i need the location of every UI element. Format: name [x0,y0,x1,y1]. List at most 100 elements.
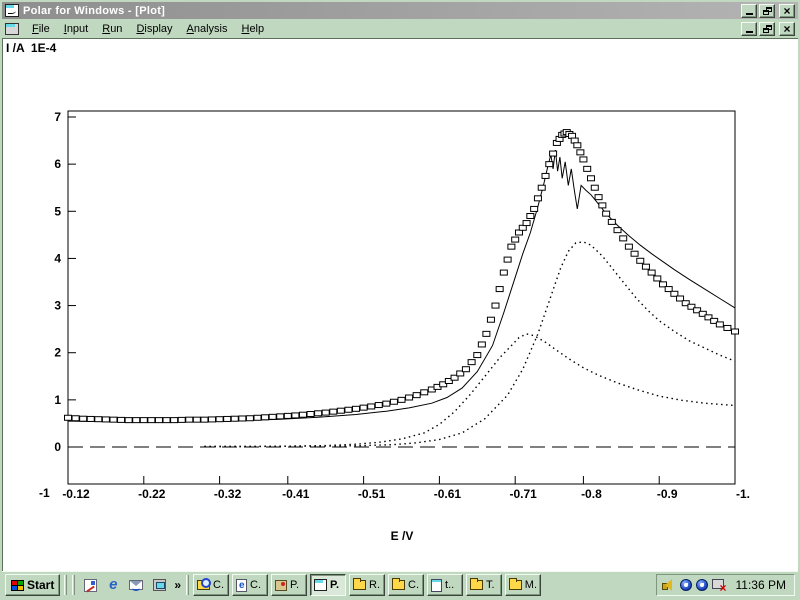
series-experimental_squares-marker [508,244,515,249]
mdi-restore-button[interactable] [759,22,775,36]
restore-button[interactable] [759,4,775,18]
taskbar-button-label: t.. [445,579,454,591]
series-experimental_squares-marker [474,353,481,358]
window-title: Polar for Windows - [Plot] [23,5,741,17]
series-experimental_squares-marker [201,417,208,422]
series-experimental_squares-marker [322,410,329,415]
series-experimental_squares-marker [538,185,545,190]
folder-icon [392,580,405,590]
mdi-child-icon[interactable] [5,23,19,35]
network-offline-icon[interactable] [712,579,726,592]
x-tick-label: -0.12 [62,487,90,501]
series-experimental_squares-marker [140,418,147,423]
series-experimental_squares-marker [732,329,739,334]
taskbar-grip[interactable] [64,575,67,595]
menu-display[interactable]: Display [129,21,179,37]
menu-analysis[interactable]: Analysis [180,21,235,37]
series-experimental_squares-marker [550,151,557,156]
volume-icon[interactable] [662,579,676,592]
series-experimental_squares-marker [496,287,503,292]
series-experimental_squares-marker [360,405,367,410]
mdi-minimize-button[interactable] [741,22,757,36]
exploring-window-icon [197,580,210,590]
series-experimental_squares-marker [542,173,549,178]
taskbar-button-7[interactable]: t.. [427,574,463,596]
taskbar-grip[interactable] [72,575,75,595]
menu-input[interactable]: Input [57,21,95,37]
series-experimental_squares-marker [125,418,132,423]
internet-explorer-icon[interactable]: e [105,577,121,593]
taskbar-button-2[interactable]: C. [232,574,268,596]
taskbar-button-3[interactable]: P. [271,574,307,596]
series-experimental_squares-marker [383,401,390,406]
menu-run[interactable]: Run [95,21,129,37]
ie-document-icon [236,579,247,592]
series-experimental_squares-marker [216,417,223,422]
notepad-icon [431,579,442,592]
taskbar-button-label: R. [369,579,380,591]
series-experimental_squares-marker [284,413,291,418]
start-button[interactable]: Start [5,574,60,596]
app-icon[interactable] [5,4,19,17]
series-experimental_squares-marker [406,395,413,400]
series-experimental_squares-marker [527,214,534,219]
plot-canvas: 76543210-0.12-0.22-0.32-0.41-0.51-0.61-0… [3,39,798,571]
series-experimental_squares-marker [209,417,216,422]
y-tick-label: 5 [54,204,61,218]
blue-orb-icon[interactable] [680,579,692,591]
menu-help[interactable]: Help [234,21,271,37]
taskbar-button-1[interactable]: C. [193,574,229,596]
series-experimental_squares-marker [716,322,723,327]
x-tick-label: -0.41 [282,487,310,501]
series-experimental_squares-marker [231,416,238,421]
blue-orb-icon[interactable] [696,579,708,591]
taskbar-button-6[interactable]: C. [388,574,424,596]
taskbar-button-4[interactable]: P. [310,574,346,596]
taskbar-button-5[interactable]: R. [349,574,385,596]
outlook-express-icon[interactable] [128,577,144,593]
series-experimental_squares-marker [591,185,598,190]
x-tick-label: -1. [736,487,750,501]
close-icon: × [783,6,790,16]
series-experimental_squares-marker [421,390,428,395]
series-experimental_squares-marker [239,416,246,421]
series-experimental_squares-marker [614,228,621,233]
title-window-controls: × [741,4,795,18]
mdi-window-controls: × [741,22,795,36]
folder-icon [470,580,483,590]
channels-icon [153,579,166,591]
y-tick-label: 6 [54,157,61,171]
close-button[interactable]: × [779,4,795,18]
quick-launch-overflow-chevron[interactable]: » [173,578,182,592]
series-experimental_squares-marker [523,221,530,226]
internet-explorer-icon: e [109,578,117,592]
taskbar-button-label: M. [525,579,537,591]
minimize-icon [746,13,753,15]
mdi-close-button[interactable]: × [779,22,795,36]
series-experimental_squares-marker [413,393,420,398]
show-desktop-icon[interactable] [82,577,98,593]
taskbar-button-9[interactable]: M. [505,574,541,596]
series-experimental_squares-marker [186,417,193,422]
series-experimental_squares-marker [478,342,485,347]
taskbar-button-label: P. [330,579,339,591]
channels-icon[interactable] [151,577,167,593]
taskbar-clock[interactable]: 11:36 PM [736,578,786,592]
taskbar-button-8[interactable]: T. [466,574,502,596]
series-experimental_squares-marker [584,166,591,171]
menu-file[interactable]: File [25,21,57,37]
taskbar-button-label: C. [250,579,261,591]
series-experimental_squares-marker [487,317,494,322]
minimize-button[interactable] [741,4,757,18]
system-tray: 11:36 PM [656,574,795,596]
series-experimental_squares-marker [587,176,594,181]
series-experimental_squares-marker [500,270,507,275]
taskbar-button-label: P. [290,579,299,591]
folder-icon [353,580,366,590]
series-experimental_squares-marker [72,416,79,421]
series-experimental_squares-marker [375,403,382,408]
taskbar-grip[interactable] [186,575,189,595]
x-axis-title: E /V [371,529,433,543]
series-experimental_squares-marker [534,196,541,201]
series-experimental_squares-marker [483,331,490,336]
